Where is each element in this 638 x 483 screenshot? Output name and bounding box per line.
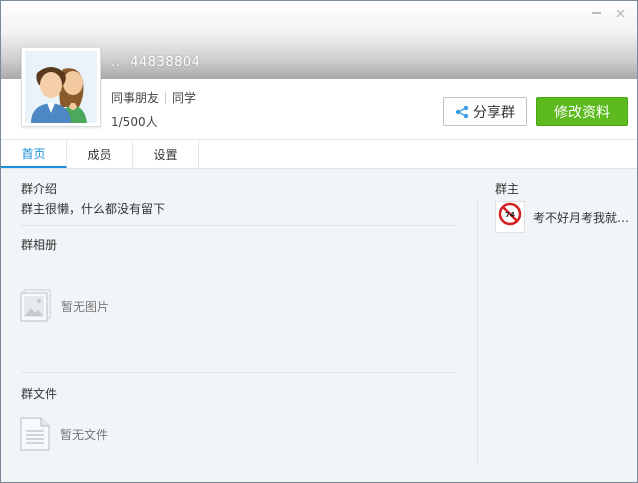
no-sign-icon: 74 (498, 202, 522, 226)
avatar-image (25, 51, 97, 123)
files-title[interactable]: 群文件 (21, 385, 57, 402)
owner-item[interactable]: 74 考不好月考我就… (495, 201, 637, 233)
column-divider (477, 201, 478, 466)
files-empty: 暂无文件 (20, 417, 108, 451)
files-empty-text: 暂无文件 (60, 427, 109, 442)
tab-settings[interactable]: 设置 (133, 140, 199, 168)
group-avatar[interactable] (21, 47, 101, 127)
owner-avatar[interactable]: 74 (495, 201, 525, 233)
intro-text: 群主很懒，什么都没有留下 (21, 202, 166, 216)
group-people-icon (31, 67, 87, 123)
divider (21, 372, 457, 373)
close-icon (615, 8, 625, 18)
edit-button-label: 修改资料 (554, 104, 610, 121)
group-name-prefix: .. (111, 55, 121, 70)
tag-divider (165, 91, 167, 104)
main-content: 群介绍 群主很懒，什么都没有留下 群相册 暂无图片 群文件 暂无文件 (1, 168, 471, 482)
tag-item[interactable]: 同事朋友 (111, 89, 159, 106)
owner-title: 群主 (495, 182, 520, 196)
svg-text:74: 74 (505, 211, 515, 219)
share-button-label: 分享群 (473, 104, 515, 121)
album-empty: 暂无图片 (20, 289, 109, 323)
share-icon (455, 105, 469, 118)
album-title[interactable]: 群相册 (21, 236, 57, 253)
divider (21, 225, 457, 226)
tab-bar: 首页 成员 设置 (1, 139, 637, 169)
group-tags: 同事朋友 同学 (111, 89, 196, 106)
group-name: .. 44838804 (111, 55, 200, 70)
close-button[interactable] (609, 5, 631, 21)
minimize-button[interactable] (585, 5, 607, 21)
owner-name: 考不好月考我就… (533, 210, 629, 225)
edit-profile-button[interactable]: 修改资料 (536, 97, 628, 126)
share-group-button[interactable]: 分享群 (443, 97, 527, 126)
tag-item[interactable]: 同学 (172, 89, 196, 106)
album-empty-text: 暂无图片 (61, 299, 110, 314)
tab-members[interactable]: 成员 (67, 140, 133, 168)
file-placeholder-icon (20, 417, 50, 451)
image-placeholder-icon (20, 289, 51, 322)
group-profile-window: .. 44838804 同事朋友 同学 1/500人 分享群 修改资料 首页 成… (0, 0, 638, 483)
intro-title: 群介绍 (21, 182, 58, 196)
member-count: 1/500人 (111, 115, 158, 129)
group-number: 44838804 (130, 55, 201, 70)
minimize-icon (591, 12, 601, 14)
tab-home[interactable]: 首页 (1, 140, 67, 168)
window-controls (585, 5, 631, 21)
